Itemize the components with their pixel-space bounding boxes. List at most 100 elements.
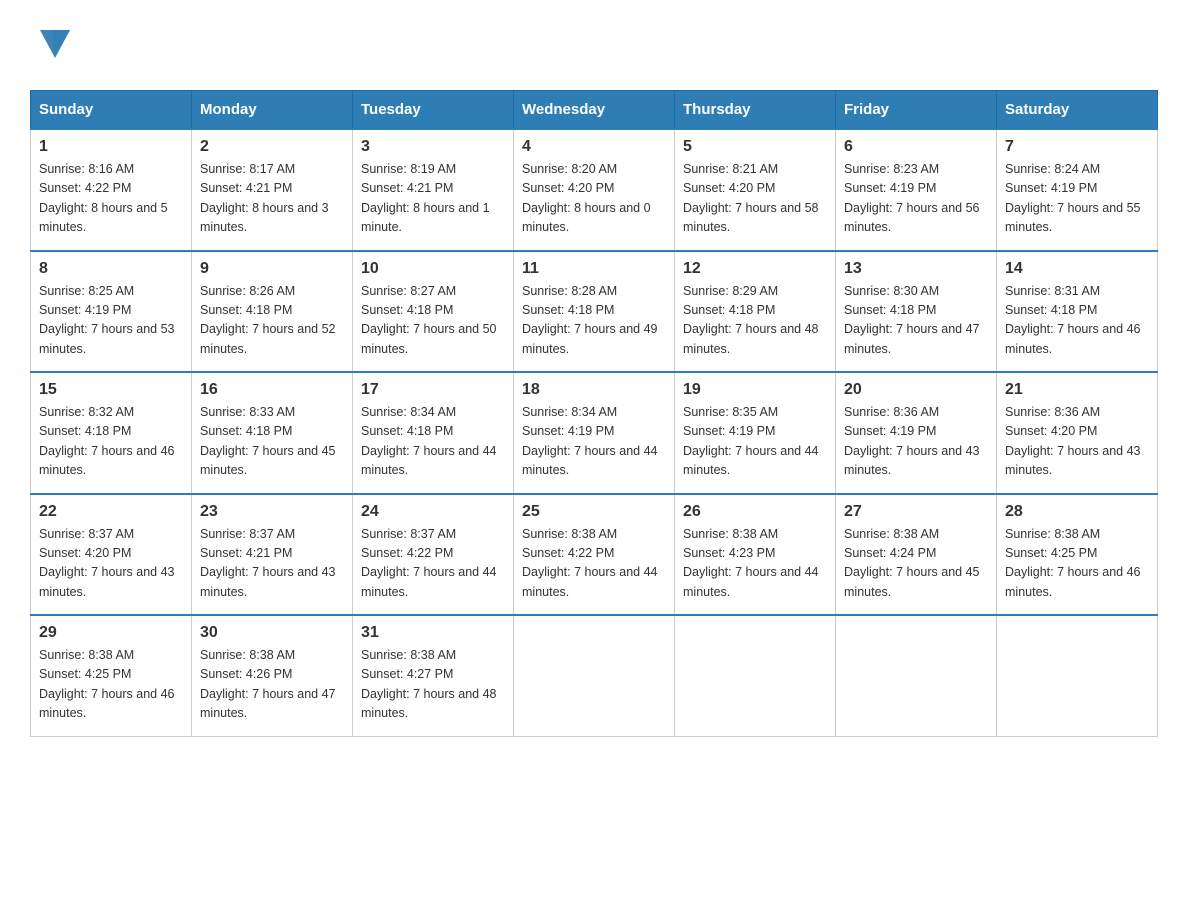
week-row-1: 1 Sunrise: 8:16 AM Sunset: 4:22 PM Dayli… xyxy=(31,129,1158,251)
day-cell: 19 Sunrise: 8:35 AM Sunset: 4:19 PM Dayl… xyxy=(675,372,836,494)
day-number: 19 xyxy=(683,381,827,399)
weekday-header-tuesday: Tuesday xyxy=(353,91,514,130)
day-number: 16 xyxy=(200,381,344,399)
day-number: 26 xyxy=(683,503,827,521)
day-number: 9 xyxy=(200,260,344,278)
day-cell: 3 Sunrise: 8:19 AM Sunset: 4:21 PM Dayli… xyxy=(353,129,514,251)
day-number: 25 xyxy=(522,503,666,521)
day-cell: 4 Sunrise: 8:20 AM Sunset: 4:20 PM Dayli… xyxy=(514,129,675,251)
day-cell: 27 Sunrise: 8:38 AM Sunset: 4:24 PM Dayl… xyxy=(836,494,997,616)
weekday-header-saturday: Saturday xyxy=(997,91,1158,130)
weekday-header-thursday: Thursday xyxy=(675,91,836,130)
day-number: 20 xyxy=(844,381,988,399)
week-row-5: 29 Sunrise: 8:38 AM Sunset: 4:25 PM Dayl… xyxy=(31,615,1158,736)
day-number: 8 xyxy=(39,260,183,278)
weekday-header-friday: Friday xyxy=(836,91,997,130)
day-number: 13 xyxy=(844,260,988,278)
day-info: Sunrise: 8:27 AM Sunset: 4:18 PM Dayligh… xyxy=(361,282,505,360)
day-info: Sunrise: 8:20 AM Sunset: 4:20 PM Dayligh… xyxy=(522,160,666,238)
week-row-4: 22 Sunrise: 8:37 AM Sunset: 4:20 PM Dayl… xyxy=(31,494,1158,616)
day-cell xyxy=(997,615,1158,736)
day-number: 14 xyxy=(1005,260,1149,278)
day-info: Sunrise: 8:38 AM Sunset: 4:23 PM Dayligh… xyxy=(683,525,827,603)
week-row-3: 15 Sunrise: 8:32 AM Sunset: 4:18 PM Dayl… xyxy=(31,372,1158,494)
day-info: Sunrise: 8:33 AM Sunset: 4:18 PM Dayligh… xyxy=(200,403,344,481)
weekday-header-wednesday: Wednesday xyxy=(514,91,675,130)
day-number: 11 xyxy=(522,260,666,278)
day-info: Sunrise: 8:25 AM Sunset: 4:19 PM Dayligh… xyxy=(39,282,183,360)
day-cell: 7 Sunrise: 8:24 AM Sunset: 4:19 PM Dayli… xyxy=(997,129,1158,251)
day-number: 23 xyxy=(200,503,344,521)
day-info: Sunrise: 8:38 AM Sunset: 4:24 PM Dayligh… xyxy=(844,525,988,603)
day-info: Sunrise: 8:28 AM Sunset: 4:18 PM Dayligh… xyxy=(522,282,666,360)
day-cell: 12 Sunrise: 8:29 AM Sunset: 4:18 PM Dayl… xyxy=(675,251,836,373)
day-number: 2 xyxy=(200,138,344,156)
day-cell: 5 Sunrise: 8:21 AM Sunset: 4:20 PM Dayli… xyxy=(675,129,836,251)
weekday-header-monday: Monday xyxy=(192,91,353,130)
day-info: Sunrise: 8:36 AM Sunset: 4:20 PM Dayligh… xyxy=(1005,403,1149,481)
day-cell: 1 Sunrise: 8:16 AM Sunset: 4:22 PM Dayli… xyxy=(31,129,192,251)
day-info: Sunrise: 8:37 AM Sunset: 4:20 PM Dayligh… xyxy=(39,525,183,603)
day-cell: 21 Sunrise: 8:36 AM Sunset: 4:20 PM Dayl… xyxy=(997,372,1158,494)
day-cell: 31 Sunrise: 8:38 AM Sunset: 4:27 PM Dayl… xyxy=(353,615,514,736)
day-number: 28 xyxy=(1005,503,1149,521)
day-cell: 20 Sunrise: 8:36 AM Sunset: 4:19 PM Dayl… xyxy=(836,372,997,494)
day-cell: 6 Sunrise: 8:23 AM Sunset: 4:19 PM Dayli… xyxy=(836,129,997,251)
day-info: Sunrise: 8:24 AM Sunset: 4:19 PM Dayligh… xyxy=(1005,160,1149,238)
day-number: 27 xyxy=(844,503,988,521)
day-cell: 10 Sunrise: 8:27 AM Sunset: 4:18 PM Dayl… xyxy=(353,251,514,373)
day-cell: 9 Sunrise: 8:26 AM Sunset: 4:18 PM Dayli… xyxy=(192,251,353,373)
day-cell: 22 Sunrise: 8:37 AM Sunset: 4:20 PM Dayl… xyxy=(31,494,192,616)
day-cell: 30 Sunrise: 8:38 AM Sunset: 4:26 PM Dayl… xyxy=(192,615,353,736)
day-number: 29 xyxy=(39,624,183,642)
day-cell: 16 Sunrise: 8:33 AM Sunset: 4:18 PM Dayl… xyxy=(192,372,353,494)
day-cell: 11 Sunrise: 8:28 AM Sunset: 4:18 PM Dayl… xyxy=(514,251,675,373)
day-number: 4 xyxy=(522,138,666,156)
day-number: 17 xyxy=(361,381,505,399)
day-info: Sunrise: 8:30 AM Sunset: 4:18 PM Dayligh… xyxy=(844,282,988,360)
day-cell: 29 Sunrise: 8:38 AM Sunset: 4:25 PM Dayl… xyxy=(31,615,192,736)
day-cell: 28 Sunrise: 8:38 AM Sunset: 4:25 PM Dayl… xyxy=(997,494,1158,616)
weekday-header-row: SundayMondayTuesdayWednesdayThursdayFrid… xyxy=(31,91,1158,130)
day-cell: 15 Sunrise: 8:32 AM Sunset: 4:18 PM Dayl… xyxy=(31,372,192,494)
day-number: 15 xyxy=(39,381,183,399)
day-number: 24 xyxy=(361,503,505,521)
day-cell: 25 Sunrise: 8:38 AM Sunset: 4:22 PM Dayl… xyxy=(514,494,675,616)
day-cell: 8 Sunrise: 8:25 AM Sunset: 4:19 PM Dayli… xyxy=(31,251,192,373)
weekday-header-sunday: Sunday xyxy=(31,91,192,130)
week-row-2: 8 Sunrise: 8:25 AM Sunset: 4:19 PM Dayli… xyxy=(31,251,1158,373)
day-cell: 17 Sunrise: 8:34 AM Sunset: 4:18 PM Dayl… xyxy=(353,372,514,494)
day-cell xyxy=(836,615,997,736)
day-info: Sunrise: 8:36 AM Sunset: 4:19 PM Dayligh… xyxy=(844,403,988,481)
logo-icon xyxy=(30,20,80,70)
day-cell: 13 Sunrise: 8:30 AM Sunset: 4:18 PM Dayl… xyxy=(836,251,997,373)
day-cell: 14 Sunrise: 8:31 AM Sunset: 4:18 PM Dayl… xyxy=(997,251,1158,373)
day-info: Sunrise: 8:19 AM Sunset: 4:21 PM Dayligh… xyxy=(361,160,505,238)
day-cell: 24 Sunrise: 8:37 AM Sunset: 4:22 PM Dayl… xyxy=(353,494,514,616)
day-info: Sunrise: 8:38 AM Sunset: 4:27 PM Dayligh… xyxy=(361,646,505,724)
day-info: Sunrise: 8:29 AM Sunset: 4:18 PM Dayligh… xyxy=(683,282,827,360)
day-cell: 26 Sunrise: 8:38 AM Sunset: 4:23 PM Dayl… xyxy=(675,494,836,616)
day-cell: 2 Sunrise: 8:17 AM Sunset: 4:21 PM Dayli… xyxy=(192,129,353,251)
day-number: 6 xyxy=(844,138,988,156)
day-info: Sunrise: 8:35 AM Sunset: 4:19 PM Dayligh… xyxy=(683,403,827,481)
day-number: 22 xyxy=(39,503,183,521)
day-cell: 23 Sunrise: 8:37 AM Sunset: 4:21 PM Dayl… xyxy=(192,494,353,616)
page-header xyxy=(30,20,1158,70)
day-info: Sunrise: 8:16 AM Sunset: 4:22 PM Dayligh… xyxy=(39,160,183,238)
day-info: Sunrise: 8:37 AM Sunset: 4:21 PM Dayligh… xyxy=(200,525,344,603)
day-number: 10 xyxy=(361,260,505,278)
day-cell xyxy=(675,615,836,736)
day-info: Sunrise: 8:38 AM Sunset: 4:22 PM Dayligh… xyxy=(522,525,666,603)
day-number: 30 xyxy=(200,624,344,642)
day-info: Sunrise: 8:34 AM Sunset: 4:19 PM Dayligh… xyxy=(522,403,666,481)
day-number: 5 xyxy=(683,138,827,156)
day-info: Sunrise: 8:17 AM Sunset: 4:21 PM Dayligh… xyxy=(200,160,344,238)
day-info: Sunrise: 8:31 AM Sunset: 4:18 PM Dayligh… xyxy=(1005,282,1149,360)
day-info: Sunrise: 8:21 AM Sunset: 4:20 PM Dayligh… xyxy=(683,160,827,238)
logo xyxy=(30,20,80,70)
day-number: 18 xyxy=(522,381,666,399)
day-cell xyxy=(514,615,675,736)
day-number: 1 xyxy=(39,138,183,156)
day-info: Sunrise: 8:23 AM Sunset: 4:19 PM Dayligh… xyxy=(844,160,988,238)
